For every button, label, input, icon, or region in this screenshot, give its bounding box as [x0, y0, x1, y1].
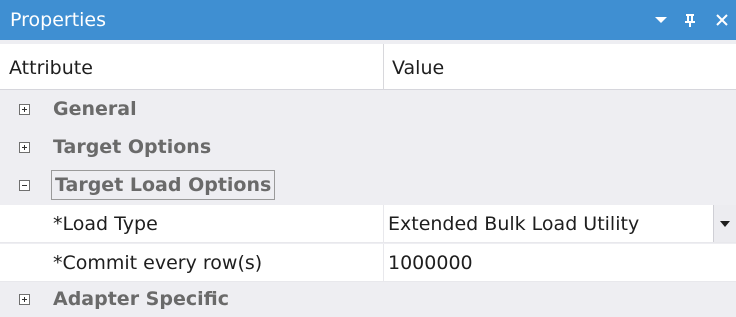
column-divider — [383, 205, 384, 243]
property-row-load-type[interactable]: *Load Type Extended Bulk Load Utility — [0, 205, 736, 243]
category-label: Adapter Specific — [53, 288, 229, 310]
category-row-target-load-options[interactable]: Target Load Options — [0, 166, 736, 204]
properties-panel: Properties Attribute Value General Targe… — [0, 0, 736, 317]
column-divider[interactable] — [383, 44, 384, 90]
property-name: *Commit every row(s) — [53, 252, 263, 274]
category-label: Target Load Options — [50, 170, 276, 200]
column-divider — [383, 244, 384, 282]
category-row-target-options[interactable]: Target Options — [0, 128, 736, 166]
collapse-minus-icon[interactable] — [19, 180, 30, 191]
category-label: General — [53, 98, 137, 120]
pin-icon[interactable] — [678, 0, 702, 40]
column-header: Attribute Value — [0, 44, 736, 90]
expand-plus-icon[interactable] — [19, 104, 30, 115]
property-name: *Load Type — [53, 213, 158, 235]
expand-plus-icon[interactable] — [19, 294, 30, 305]
property-value[interactable]: Extended Bulk Load Utility — [388, 213, 639, 235]
panel-title: Properties — [10, 9, 107, 31]
chevron-down-icon[interactable] — [649, 0, 673, 40]
property-value[interactable]: 1000000 — [388, 252, 473, 274]
expand-plus-icon[interactable] — [19, 142, 30, 153]
column-header-attribute[interactable]: Attribute — [9, 57, 93, 79]
column-header-value[interactable]: Value — [392, 57, 444, 79]
panel-title-bar: Properties — [0, 0, 736, 40]
category-row-adapter-specific[interactable]: Adapter Specific — [0, 282, 736, 317]
category-label: Target Options — [53, 136, 212, 158]
property-row-commit-every-rows[interactable]: *Commit every row(s) 1000000 — [0, 244, 736, 282]
close-icon[interactable] — [707, 0, 736, 40]
category-row-general[interactable]: General — [0, 90, 736, 128]
dropdown-arrow-icon[interactable] — [713, 205, 736, 242]
